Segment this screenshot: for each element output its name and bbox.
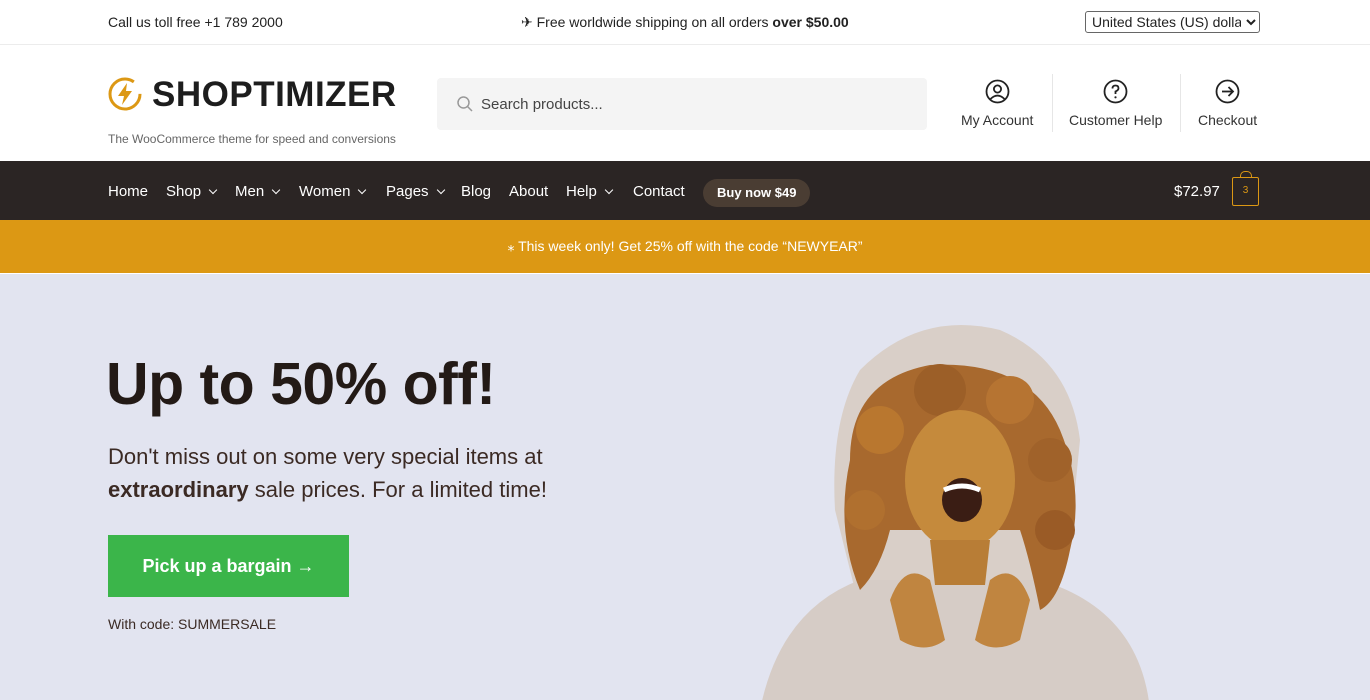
- nav-item-contact[interactable]: Contact: [633, 183, 685, 200]
- cart-total[interactable]: $72.97: [1174, 183, 1220, 200]
- nav-item-shop[interactable]: Shop: [166, 183, 218, 200]
- shipping-threshold: over $50.00: [772, 14, 849, 30]
- promo-text: ⁎ This week only! Get 25% off with the c…: [507, 238, 863, 254]
- checkout-label: Checkout: [1198, 112, 1258, 128]
- checkout-link[interactable]: Checkout: [1198, 79, 1257, 128]
- shipping-notice: ✈ Free worldwide shipping on all orders …: [521, 14, 849, 31]
- nav-label: About: [509, 183, 549, 200]
- nav-label: Home: [108, 183, 149, 200]
- logo-tagline: The WooCommerce theme for speed and conv…: [108, 132, 396, 146]
- hero-subtitle-rest: sale prices. For a limited time!: [248, 477, 547, 502]
- chevron-down-icon: [358, 185, 367, 195]
- nav-item-help[interactable]: Help: [566, 183, 614, 200]
- nav-label: Help: [566, 183, 597, 200]
- nav-label: Shop: [166, 183, 202, 200]
- chevron-down-icon: [208, 185, 218, 195]
- site-header: SHOPTIMIZER The WooCommerce theme for sp…: [0, 45, 1370, 161]
- hero-subtitle-bold: extraordinary: [108, 477, 249, 502]
- hero-model-image: [762, 325, 1149, 700]
- top-bar: Call us toll free +1 789 2000 ✈ Free wor…: [0, 0, 1370, 45]
- arrow-right-circle-icon: [1215, 79, 1240, 104]
- search-box[interactable]: [437, 78, 927, 130]
- pick-up-bargain-button[interactable]: Pick up a bargain →: [108, 535, 349, 597]
- phone-text: Call us toll free +1 789 2000: [108, 14, 283, 30]
- cart-count: 3: [1242, 185, 1249, 196]
- search-input[interactable]: [481, 78, 911, 130]
- search-icon: [457, 96, 473, 112]
- nav-label: Women: [299, 183, 351, 200]
- header-divider: [1180, 74, 1181, 132]
- nav-label: Men: [235, 183, 265, 200]
- chevron-down-icon: [436, 185, 445, 195]
- customer-help-label: Customer Help: [1069, 112, 1163, 128]
- nav-item-pages[interactable]: Pages: [386, 183, 445, 200]
- help-icon: [1103, 79, 1128, 104]
- hero-banner: Up to 50% off! Don't miss out on some ve…: [0, 274, 1370, 700]
- header-divider: [1052, 74, 1053, 132]
- hero-title: Up to 50% off!: [106, 351, 496, 417]
- nav-item-home[interactable]: Home: [108, 183, 148, 200]
- my-account-link[interactable]: My Account: [961, 79, 1033, 128]
- nav-item-blog[interactable]: Blog: [461, 183, 491, 200]
- nav-label: Contact: [633, 183, 685, 200]
- cart-icon[interactable]: 3: [1232, 171, 1259, 206]
- chevron-down-icon: [271, 185, 281, 195]
- user-icon: [985, 79, 1010, 104]
- hero-subtitle-line1: Don't miss out on some very special item…: [108, 444, 543, 469]
- buy-now-badge[interactable]: Buy now $49: [703, 179, 811, 207]
- chevron-down-icon: [604, 185, 614, 195]
- customer-help-link[interactable]: Customer Help: [1069, 79, 1162, 128]
- nav-item-women[interactable]: Women: [299, 183, 367, 200]
- lightning-logo-icon: [108, 77, 142, 111]
- coupon-code-text: With code: SUMMERSALE: [108, 616, 277, 632]
- nav-label: Pages: [386, 183, 429, 200]
- shipping-text: ✈ Free worldwide shipping on all orders: [521, 14, 773, 30]
- nav-item-men[interactable]: Men: [235, 183, 281, 200]
- nav-label: Blog: [461, 183, 492, 200]
- my-account-label: My Account: [961, 112, 1034, 128]
- promo-bar: ⁎ This week only! Get 25% off with the c…: [0, 220, 1370, 273]
- currency-select[interactable]: United States (US) dollar: [1085, 11, 1260, 33]
- main-nav: Home Shop Men Women Pages Blog About Hel…: [0, 161, 1370, 220]
- nav-item-about[interactable]: About: [509, 183, 548, 200]
- hero-subtitle: Don't miss out on some very special item…: [108, 440, 608, 506]
- logo-name: SHOPTIMIZER: [152, 75, 397, 114]
